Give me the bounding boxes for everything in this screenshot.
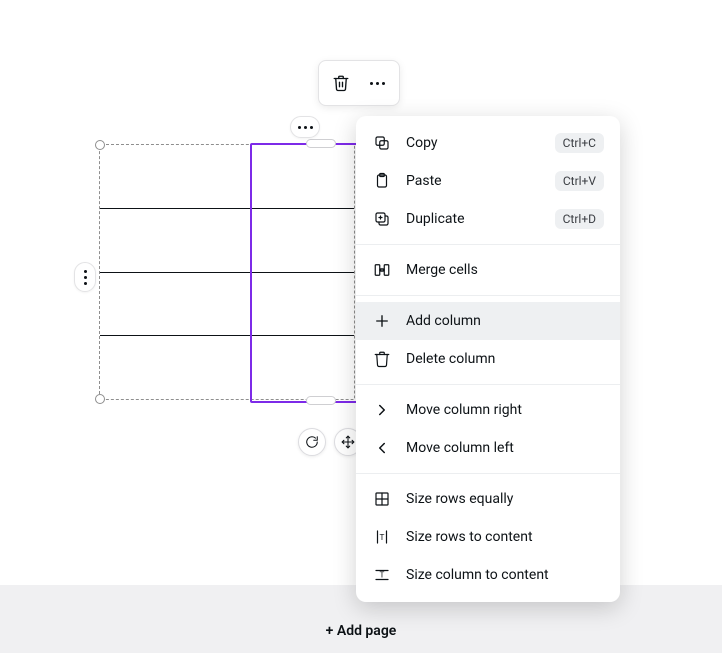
table[interactable] xyxy=(99,144,355,400)
menu-item-shortcut: Ctrl+D xyxy=(555,209,604,229)
menu-separator xyxy=(356,244,620,245)
menu-item-label: Add column xyxy=(406,313,604,329)
plus-icon xyxy=(372,311,392,331)
trash-icon xyxy=(332,74,350,92)
resize-handle-top-left[interactable] xyxy=(95,140,105,150)
menu-item-size-rows-equally[interactable]: Size rows equally xyxy=(356,480,620,518)
menu-item-label: Move column left xyxy=(406,440,604,456)
floating-toolbar xyxy=(318,60,400,106)
menu-item-merge-cells[interactable]: Merge cells xyxy=(356,251,620,289)
rows-equal-icon xyxy=(372,489,392,509)
copy-icon xyxy=(372,133,392,153)
menu-item-size-column-to-content[interactable]: T Size column to content xyxy=(356,556,620,594)
menu-item-size-rows-to-content[interactable]: T Size rows to content xyxy=(356,518,620,556)
column-resize-handle-top[interactable] xyxy=(306,139,336,148)
menu-item-label: Move column right xyxy=(406,402,604,418)
menu-separator xyxy=(356,384,620,385)
menu-separator xyxy=(356,473,620,474)
more-vertical-icon xyxy=(84,270,87,285)
menu-item-label: Size rows to content xyxy=(406,529,604,545)
row-more-button[interactable] xyxy=(74,262,96,292)
delete-button[interactable] xyxy=(323,65,359,101)
resize-handle-bottom-left[interactable] xyxy=(95,394,105,404)
menu-item-label: Size column to content xyxy=(406,567,604,583)
add-page-button[interactable]: + Add page xyxy=(0,623,722,639)
menu-item-duplicate[interactable]: Duplicate Ctrl+D xyxy=(356,200,620,238)
svg-text:T: T xyxy=(380,570,385,580)
more-horizontal-icon xyxy=(298,126,313,129)
menu-item-copy[interactable]: Copy Ctrl+C xyxy=(356,124,620,162)
menu-item-label: Merge cells xyxy=(406,262,604,278)
more-horizontal-icon xyxy=(370,82,385,85)
paste-icon xyxy=(372,171,392,191)
duplicate-icon xyxy=(372,209,392,229)
menu-item-label: Duplicate xyxy=(406,211,541,227)
menu-item-label: Size rows equally xyxy=(406,491,604,507)
menu-item-paste[interactable]: Paste Ctrl+V xyxy=(356,162,620,200)
more-button[interactable] xyxy=(359,65,395,101)
sync-icon xyxy=(305,435,319,449)
chevron-right-icon xyxy=(372,400,392,420)
menu-item-label: Copy xyxy=(406,135,541,151)
merge-cells-icon xyxy=(372,260,392,280)
canvas-action-buttons xyxy=(298,428,362,456)
column-resize-handle-bottom[interactable] xyxy=(306,396,336,405)
menu-item-label: Delete column xyxy=(406,351,604,367)
column-content-icon: T xyxy=(372,565,392,585)
sync-button[interactable] xyxy=(298,428,326,456)
menu-item-label: Paste xyxy=(406,173,541,189)
chevron-left-icon xyxy=(372,438,392,458)
rows-content-icon: T xyxy=(372,527,392,547)
trash-icon xyxy=(372,349,392,369)
menu-item-delete-column[interactable]: Delete column xyxy=(356,340,620,378)
menu-item-shortcut: Ctrl+C xyxy=(555,133,604,153)
selected-column-overlay xyxy=(250,143,358,403)
svg-text:T: T xyxy=(380,533,385,543)
column-more-button[interactable] xyxy=(290,116,320,138)
move-icon xyxy=(341,435,355,449)
menu-item-move-column-left[interactable]: Move column left xyxy=(356,429,620,467)
context-menu: Copy Ctrl+C Paste Ctrl+V Duplicate Ctrl+… xyxy=(356,116,620,602)
menu-separator xyxy=(356,295,620,296)
menu-item-add-column[interactable]: Add column xyxy=(356,302,620,340)
menu-item-shortcut: Ctrl+V xyxy=(555,171,604,191)
menu-item-move-column-right[interactable]: Move column right xyxy=(356,391,620,429)
